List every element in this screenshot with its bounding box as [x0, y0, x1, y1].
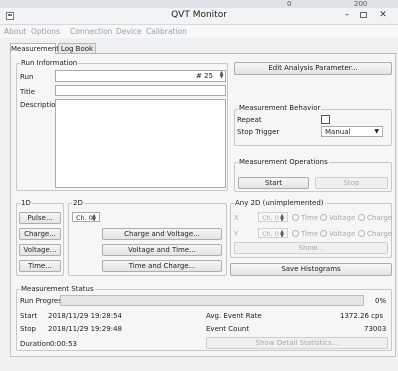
- run-progress-label: Run Progress: [20, 297, 66, 305]
- maximize-button[interactable]: [360, 12, 367, 18]
- measurement-behavior-label: Measurement Behavior: [238, 104, 322, 112]
- any-2d-show-button[interactable]: Show...: [234, 242, 388, 254]
- voltage-and-time-button[interactable]: Voltage and Time...: [102, 244, 222, 256]
- menu-about[interactable]: About: [4, 27, 26, 36]
- status-bar: [0, 357, 398, 371]
- charge-and-voltage-button[interactable]: Charge and Voltage...: [102, 228, 222, 240]
- run-number-value: # 25: [196, 72, 213, 80]
- menu-device[interactable]: Device: [116, 27, 142, 36]
- any-2d-y-charge-label: Charge: [367, 230, 393, 238]
- start-time-value: 2018/11/29 19:28:54: [48, 312, 123, 320]
- menu-connection[interactable]: Connection: [70, 27, 112, 36]
- any-2d-y-channel-value: Ch. 0: [262, 230, 279, 238]
- 2d-channel-value: Ch. 0: [76, 214, 93, 222]
- run-progress-percent: 0%: [375, 297, 387, 305]
- run-progress-bar: [60, 295, 364, 306]
- stop-trigger-select[interactable]: Manual ▼: [321, 126, 383, 137]
- pulse-button[interactable]: Pulse...: [19, 212, 61, 224]
- spin-arrows-icon: ▲ ▼: [280, 229, 284, 239]
- stop-trigger-label: Stop Trigger: [237, 128, 280, 136]
- close-button[interactable]: ✕: [376, 9, 390, 21]
- title-label: Title: [20, 88, 36, 96]
- any-2d-y-label: Y: [234, 230, 239, 238]
- any-2d-x-time-label: Time: [301, 214, 319, 222]
- window-title: QVT Monitor: [171, 10, 227, 20]
- any-2d-y-charge-radio[interactable]: [358, 230, 365, 237]
- stop-time-label: Stop: [20, 325, 36, 333]
- event-count-label: Event Count: [206, 325, 250, 333]
- description-label: Description: [20, 101, 60, 109]
- any-2d-y-voltage-radio[interactable]: [320, 230, 327, 237]
- any-2d-y-channel[interactable]: Ch. 0 ▲ ▼: [258, 228, 288, 239]
- stop-button[interactable]: Stop: [315, 177, 388, 189]
- measurement-operations-label: Measurement Operations: [238, 158, 329, 166]
- any-2d-x-time-radio[interactable]: [292, 214, 299, 221]
- any-2d-y-voltage-label: Voltage: [329, 230, 356, 238]
- run-information-label: Run Information: [20, 59, 79, 67]
- any-2d-x-label: X: [234, 214, 239, 222]
- 2d-label: 2D: [72, 199, 84, 207]
- show-detail-statistics-button[interactable]: Show Detail Statistics...: [206, 337, 388, 349]
- avg-event-rate-label: Avg. Event Rate: [206, 312, 262, 320]
- 1d-label: 1D: [20, 199, 32, 207]
- any-2d-x-channel[interactable]: Ch. 0 ▲ ▼: [258, 212, 288, 223]
- spin-arrows-icon: ▲ ▼: [280, 213, 284, 223]
- duration-label: Duration: [20, 340, 51, 348]
- save-histograms-button[interactable]: Save Histograms: [230, 263, 392, 276]
- any-2d-x-charge-label: Charge: [367, 214, 393, 222]
- charge-button[interactable]: Charge...: [19, 228, 61, 240]
- any-2d-x-channel-value: Ch. 0: [262, 214, 279, 222]
- avg-event-rate-value: 1372.26 cps: [340, 312, 384, 320]
- start-button[interactable]: Start: [238, 177, 309, 189]
- voltage-button[interactable]: Voltage...: [19, 244, 61, 256]
- run-label: Run: [20, 73, 34, 81]
- menu-options[interactable]: Options: [31, 27, 60, 36]
- repeat-label: Repeat: [237, 116, 262, 124]
- edit-analysis-parameter-button[interactable]: Edit Analysis Parameter...: [234, 62, 392, 75]
- title-input[interactable]: [55, 85, 226, 96]
- any-2d-x-voltage-label: Voltage: [329, 214, 356, 222]
- menu-calibration[interactable]: Calibration: [146, 27, 187, 36]
- any-2d-y-time-label: Time: [301, 230, 319, 238]
- description-textarea[interactable]: [55, 99, 226, 188]
- any-2d-label: Any 2D (unimplemented): [234, 199, 325, 207]
- spin-arrows-icon: ▲ ▼: [92, 213, 96, 223]
- duration-value: 0:00:53: [50, 340, 77, 348]
- background-number: 0: [287, 0, 292, 8]
- stop-time-value: 2018/11/29 19:29:48: [48, 325, 123, 333]
- 2d-channel-spinbox[interactable]: Ch. 0 ▲ ▼: [72, 212, 100, 223]
- any-2d-y-time-radio[interactable]: [292, 230, 299, 237]
- measurement-status-label: Measurement Status: [20, 285, 95, 293]
- chevron-down-icon: ▼: [374, 128, 379, 135]
- event-count-value: 73003: [364, 325, 387, 333]
- time-button[interactable]: Time...: [19, 260, 61, 272]
- repeat-checkbox[interactable]: [321, 115, 330, 124]
- time-and-charge-button[interactable]: Time and Charge...: [102, 260, 222, 272]
- background-number: 200: [354, 0, 368, 8]
- start-time-label: Start: [20, 312, 38, 320]
- minimize-button[interactable]: –: [340, 9, 354, 21]
- stop-trigger-value: Manual: [325, 128, 351, 136]
- spin-arrows-icon[interactable]: ▲ ▼: [218, 71, 225, 80]
- any-2d-x-charge-radio[interactable]: [358, 214, 365, 221]
- any-2d-x-voltage-radio[interactable]: [320, 214, 327, 221]
